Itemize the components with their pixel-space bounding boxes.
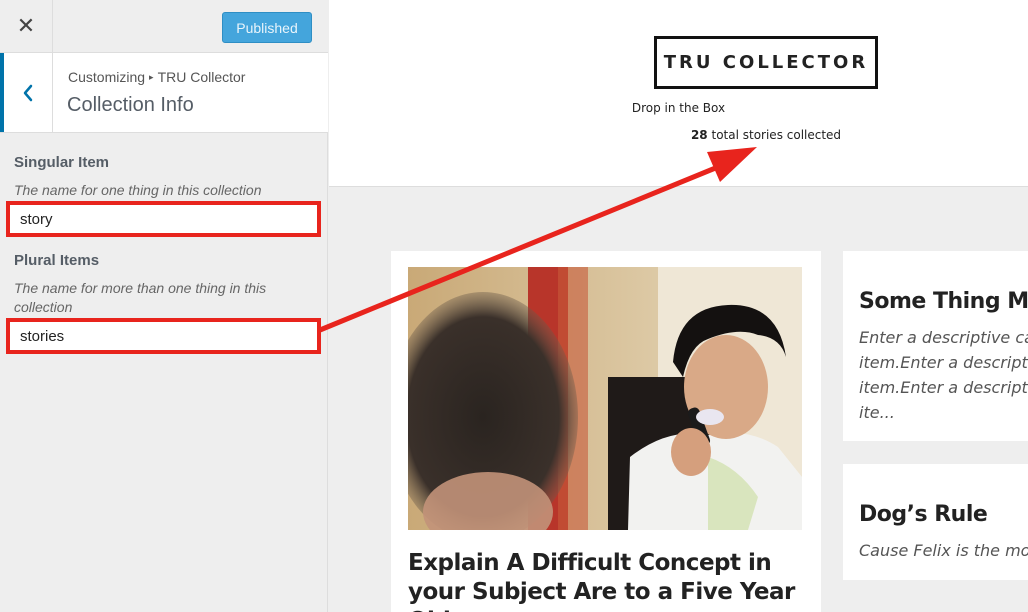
boy-brushing-teeth-image bbox=[408, 267, 802, 530]
breadcrumb-prefix: Customizing bbox=[68, 69, 146, 85]
customizer-sidebar: ✕ Published Customizing ▸ TRU Collector Co… bbox=[0, 0, 328, 612]
post-card[interactable]: Some Thing Ma Enter a descriptive capt i… bbox=[843, 251, 1028, 441]
post-excerpt-line: item.Enter a descriptive bbox=[859, 353, 1028, 372]
post-excerpt-line: Enter a descriptive capt bbox=[859, 328, 1028, 347]
post-title[interactable]: Some Thing Ma bbox=[859, 287, 1028, 316]
site-preview: TRU COLLECTOR Drop in the Box 28 total s… bbox=[329, 0, 1028, 612]
site-tagline: Drop in the Box bbox=[631, 101, 726, 115]
back-arrow-icon bbox=[23, 84, 33, 101]
breadcrumb-separator-icon: ▸ bbox=[149, 72, 154, 82]
breadcrumb-site: TRU Collector bbox=[157, 69, 246, 85]
plural-items-input[interactable]: stories bbox=[6, 318, 321, 354]
post-thumbnail[interactable] bbox=[408, 267, 802, 530]
post-card[interactable]: Dog’s Rule Cause Felix is the most s bbox=[843, 464, 1028, 580]
singular-item-label: Singular Item bbox=[14, 154, 110, 171]
publish-button[interactable]: Published bbox=[222, 12, 312, 43]
site-header: TRU COLLECTOR Drop in the Box 28 total s… bbox=[329, 0, 1028, 187]
close-icon[interactable]: ✕ bbox=[0, 0, 53, 53]
post-title[interactable]: Dog’s Rule bbox=[859, 500, 988, 529]
singular-item-input[interactable]: story bbox=[6, 201, 321, 237]
back-button[interactable] bbox=[0, 53, 53, 132]
plural-items-label: Plural Items bbox=[14, 252, 100, 269]
singular-item-description: The name for one thing in this collectio… bbox=[14, 182, 262, 198]
site-logo[interactable]: TRU COLLECTOR bbox=[654, 36, 878, 89]
plural-items-description: The name for more than one thing in this… bbox=[14, 280, 267, 315]
post-excerpt-line: item.Enter a descriptive bbox=[859, 378, 1028, 397]
stories-count: 28 total stories collected bbox=[329, 128, 1028, 142]
post-title[interactable]: Explain A Difficult Concept in your Subj… bbox=[408, 549, 808, 612]
section-title: Collection Info bbox=[67, 94, 194, 116]
stories-count-label: total stories collected bbox=[711, 128, 842, 142]
customizer-header: ✕ Published bbox=[0, 0, 328, 53]
post-excerpt-line: Cause Felix is the most s bbox=[859, 541, 1028, 560]
breadcrumb: Customizing ▸ TRU Collector bbox=[68, 69, 245, 85]
post-card[interactable]: Explain A Difficult Concept in your Subj… bbox=[391, 251, 821, 612]
stories-count-number: 28 bbox=[690, 128, 708, 142]
post-excerpt-line: ite... bbox=[859, 403, 895, 422]
section-header: Customizing ▸ TRU Collector Collection Inf… bbox=[0, 53, 328, 133]
